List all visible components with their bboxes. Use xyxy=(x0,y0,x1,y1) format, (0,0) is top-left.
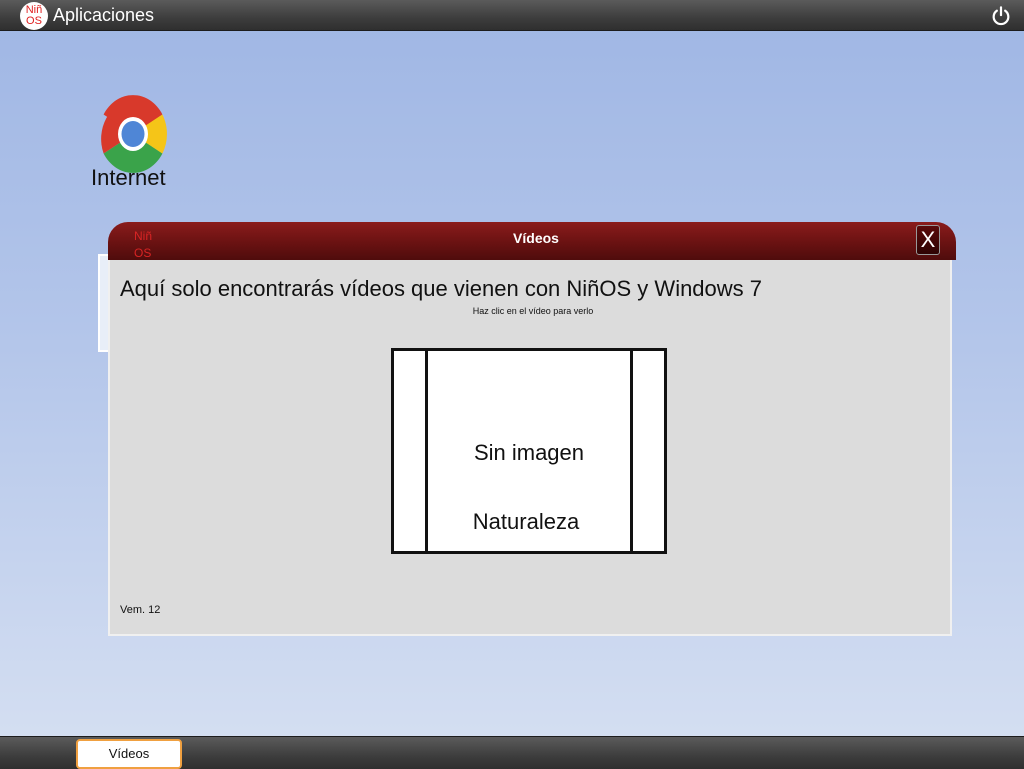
video-thumbnail-placeholder: Sin imagen xyxy=(473,440,585,465)
desktop-icon-internet[interactable]: Internet xyxy=(88,94,178,190)
desktop-icon-label: Internet xyxy=(91,165,166,190)
taskbar: Vídeos xyxy=(0,736,1024,769)
video-title: Naturaleza xyxy=(472,509,580,534)
window-title: Vídeos xyxy=(513,230,559,246)
video-item-naturaleza[interactable]: Sin imagen Naturaleza xyxy=(391,348,667,554)
window-titlebar[interactable]: Niñ OS Vídeos X xyxy=(108,222,956,260)
window-heading: Aquí solo encontrarás vídeos que vienen … xyxy=(120,276,763,301)
taskbar-item-videos[interactable]: Vídeos xyxy=(76,739,182,769)
window-body: Aquí solo encontrarás vídeos que vienen … xyxy=(108,260,952,636)
videos-window: Niñ OS Vídeos X Aquí solo encontrarás ví… xyxy=(108,222,956,636)
close-button[interactable]: X xyxy=(916,225,940,255)
window-hint: Haz clic en el vídeo para verlo xyxy=(472,306,594,316)
version-label: Vem. 12 xyxy=(120,604,161,616)
topbar-title: Aplicaciones xyxy=(53,5,155,25)
chrome-icon xyxy=(101,95,167,173)
ninos-logo[interactable]: Niñ OS xyxy=(20,2,48,30)
top-bar: Niñ OS Aplicaciones xyxy=(0,0,1024,31)
logo-text-line2: OS xyxy=(26,15,42,27)
power-icon[interactable] xyxy=(990,5,1012,27)
